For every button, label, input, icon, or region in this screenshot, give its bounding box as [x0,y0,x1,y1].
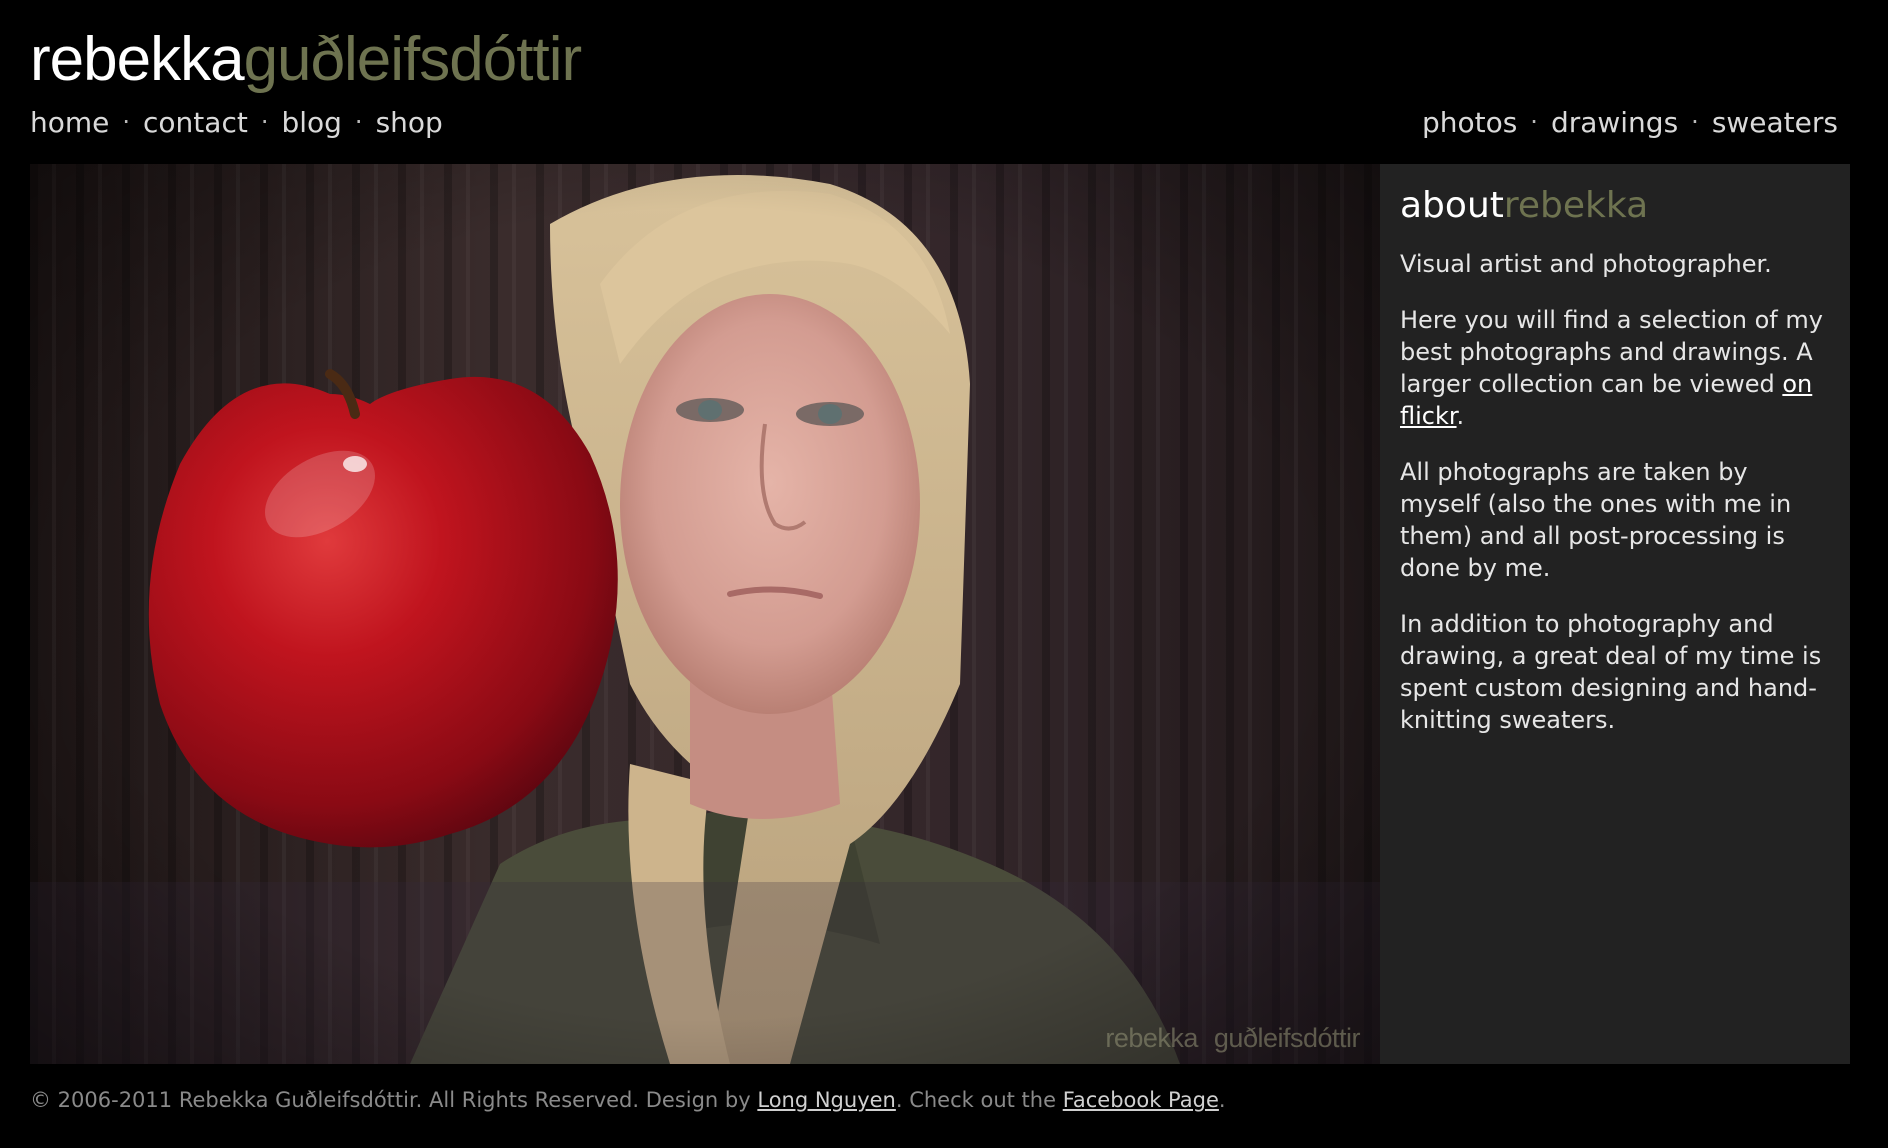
about-paragraph-2-end: . [1456,402,1465,430]
nav-sweaters-link[interactable]: sweaters [1712,106,1838,139]
watermark-first: rebekka [1105,1023,1198,1053]
nav-contact-link[interactable]: contact [143,106,248,139]
footer: © 2006-2011 Rebekka Guðleifsdóttir. All … [30,1088,1226,1112]
about-heading-name: rebekka [1503,185,1649,226]
watermark-last: guðleifsdóttir [1213,1023,1361,1053]
nav-separator: · [260,108,269,136]
nav-separator: · [122,108,131,136]
nav-shop-link[interactable]: shop [376,106,443,139]
about-paragraph-3: All photographs are taken by myself (als… [1400,458,1792,582]
about-paragraph-4: In addition to photography and drawing, … [1400,610,1822,734]
nav-blog-link[interactable]: blog [281,106,341,139]
hero-photo[interactable]: rebekka guðleifsdóttir [30,164,1380,1064]
about-paragraph-1: Visual artist and photographer. [1400,250,1772,278]
about-sidebar: aboutrebekka Visual artist and photograp… [1380,164,1850,1064]
photo-watermark: rebekka guðleifsdóttir [1105,1023,1360,1054]
hero-photo-illustration [30,164,1380,1064]
logo-first-name: rebekka [30,25,245,94]
about-paragraph-2-text: Here you will find a selection of my bes… [1400,306,1823,398]
footer-copyright: © 2006-2011 Rebekka Guðleifsdóttir. All … [30,1088,758,1112]
logo-last-name: guðleifsdóttir [243,25,583,94]
designer-link[interactable]: Long Nguyen [757,1088,896,1112]
nav-separator: · [354,108,363,136]
gallery-nav: photos · drawings · sweaters [1422,104,1838,140]
about-heading-about: about [1400,185,1504,226]
nav-separator: · [1530,108,1538,136]
footer-middle-text: . Check out the [895,1088,1063,1112]
site-logo[interactable]: rebekkaguðleifsdóttir [30,22,583,98]
about-paragraph-2: Here you will find a selection of my bes… [1400,304,1830,432]
about-heading: aboutrebekka [1400,184,1830,228]
nav-photos-link[interactable]: photos [1422,106,1517,139]
nav-home-link[interactable]: home [30,106,109,139]
nav-drawings-link[interactable]: drawings [1551,106,1678,139]
footer-end-text: . [1218,1088,1226,1112]
facebook-page-link[interactable]: Facebook Page [1063,1088,1219,1112]
primary-nav: home · contact · blog · shop [30,104,443,140]
nav-separator: · [1691,108,1699,136]
